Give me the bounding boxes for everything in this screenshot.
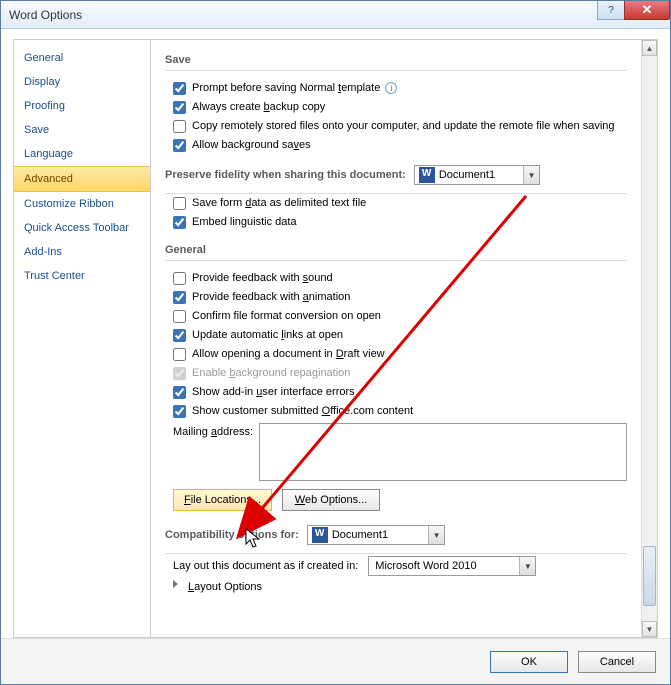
scroll-up-button[interactable]: ▲ <box>642 40 657 56</box>
window-title: Word Options <box>9 8 82 22</box>
info-icon[interactable]: i <box>385 82 397 94</box>
lbl-bg-repag: Enable background repagination <box>192 366 350 381</box>
lbl-prompt-normal: Prompt before saving Normal template i <box>192 81 397 96</box>
layout-as-select[interactable]: Microsoft Word 2010 ▼ <box>368 556 536 576</box>
lbl-office-com: Show customer submitted Office.com conte… <box>192 404 413 419</box>
section-preserve-title: Preserve fidelity when sharing this docu… <box>165 169 406 181</box>
dialog-footer: OK Cancel <box>1 638 670 684</box>
compat-doc-value: Document1 <box>332 529 428 541</box>
opt-draft-view: Allow opening a document in Draft view <box>165 345 627 364</box>
chk-fb-anim[interactable] <box>173 291 186 304</box>
sidebar-item-display[interactable]: Display <box>14 70 150 94</box>
lbl-copy-remote: Copy remotely stored files onto your com… <box>192 119 615 134</box>
general-buttons: File Locations... Web Options... <box>165 483 627 521</box>
close-button[interactable]: ✕ <box>624 1 670 20</box>
lbl-bg-saves: Allow background saves <box>192 138 311 153</box>
compat-doc-select[interactable]: Document1 ▼ <box>307 525 445 545</box>
opt-confirm-conv: Confirm file format conversion on open <box>165 307 627 326</box>
chk-bg-repag <box>173 367 186 380</box>
lbl-backup-copy: Always create backup copy <box>192 100 325 115</box>
ok-button[interactable]: OK <box>490 651 568 673</box>
scroll-thumb[interactable] <box>643 546 656 606</box>
sidebar-item-addins[interactable]: Add-Ins <box>14 240 150 264</box>
cancel-button[interactable]: Cancel <box>578 651 656 673</box>
file-locations-button[interactable]: File Locations... <box>173 489 272 511</box>
chk-office-com[interactable] <box>173 405 186 418</box>
opt-office-com: Show customer submitted Office.com conte… <box>165 402 627 421</box>
opt-bg-saves: Allow background saves <box>165 136 627 155</box>
opt-fb-anim: Provide feedback with animation <box>165 288 627 307</box>
sidebar-item-save[interactable]: Save <box>14 118 150 142</box>
help-button[interactable]: ? <box>597 1 625 20</box>
word-icon <box>419 167 435 183</box>
expand-arrow-icon <box>173 580 178 588</box>
chk-bg-saves[interactable] <box>173 139 186 152</box>
opt-backup-copy: Always create backup copy <box>165 98 627 117</box>
scroll-down-button[interactable]: ▼ <box>642 621 657 637</box>
opt-upd-links: Update automatic links at open <box>165 326 627 345</box>
opt-bg-repag: Enable background repagination <box>165 364 627 383</box>
chk-confirm-conv[interactable] <box>173 310 186 323</box>
chevron-down-icon[interactable]: ▼ <box>523 166 539 184</box>
layout-options-expander[interactable]: Layout Options <box>165 578 627 597</box>
preserve-doc-value: Document1 <box>439 169 523 181</box>
opt-fb-sound: Provide feedback with sound <box>165 269 627 288</box>
lbl-layout-options: Layout Options <box>188 580 262 595</box>
lbl-layout-as: Lay out this document as if created in: <box>173 559 358 574</box>
opt-embed-ling: Embed linguistic data <box>165 213 627 232</box>
chk-save-form-data[interactable] <box>173 197 186 210</box>
mailing-address-row: Mailing address: <box>165 421 627 483</box>
chevron-down-icon[interactable]: ▼ <box>519 557 535 575</box>
preserve-doc-select[interactable]: Document1 ▼ <box>414 165 540 185</box>
titlebar: Word Options ? ✕ <box>1 1 670 29</box>
lbl-confirm-conv: Confirm file format conversion on open <box>192 309 381 324</box>
chk-copy-remote[interactable] <box>173 120 186 133</box>
chk-prompt-normal[interactable] <box>173 82 186 95</box>
window-controls: ? ✕ <box>598 1 670 21</box>
lbl-draft-view: Allow opening a document in Draft view <box>192 347 385 362</box>
word-icon <box>312 527 328 543</box>
layout-as-row: Lay out this document as if created in: … <box>165 554 627 578</box>
sidebar-item-language[interactable]: Language <box>14 142 150 166</box>
lbl-fb-sound: Provide feedback with sound <box>192 271 333 286</box>
layout-as-value: Microsoft Word 2010 <box>369 559 519 574</box>
lbl-mailing-address: Mailing address: <box>173 423 253 440</box>
content-scroll: Save Prompt before saving Normal templat… <box>151 40 641 637</box>
sidebar-item-advanced[interactable]: Advanced <box>14 166 150 192</box>
lbl-upd-links: Update automatic links at open <box>192 328 343 343</box>
sidebar-item-general[interactable]: General <box>14 46 150 70</box>
opt-copy-remote: Copy remotely stored files onto your com… <box>165 117 627 136</box>
chk-embed-ling[interactable] <box>173 216 186 229</box>
category-sidebar: General Display Proofing Save Language A… <box>13 39 151 638</box>
lbl-fb-anim: Provide feedback with animation <box>192 290 350 305</box>
sidebar-item-trust-center[interactable]: Trust Center <box>14 264 150 288</box>
content-pane: Save Prompt before saving Normal templat… <box>151 39 658 638</box>
word-options-window: Word Options ? ✕ General Display Proofin… <box>0 0 671 685</box>
sidebar-item-customize-ribbon[interactable]: Customize Ribbon <box>14 192 150 216</box>
mailing-address-input[interactable] <box>259 423 627 481</box>
chk-addin-err[interactable] <box>173 386 186 399</box>
lbl-embed-ling: Embed linguistic data <box>192 215 297 230</box>
web-options-button[interactable]: Web Options... <box>282 489 380 511</box>
lbl-addin-err: Show add-in user interface errors <box>192 385 355 400</box>
section-compat-title: Compatibility options for: <box>165 529 299 541</box>
opt-addin-err: Show add-in user interface errors <box>165 383 627 402</box>
sidebar-item-proofing[interactable]: Proofing <box>14 94 150 118</box>
vertical-scrollbar[interactable]: ▲ ▼ <box>641 40 657 637</box>
chevron-down-icon[interactable]: ▼ <box>428 526 444 544</box>
chk-fb-sound[interactable] <box>173 272 186 285</box>
section-general-title: General <box>165 238 627 261</box>
opt-prompt-normal: Prompt before saving Normal template i <box>165 79 627 98</box>
lbl-save-form-data: Save form data as delimited text file <box>192 196 366 211</box>
section-compat-header: Compatibility options for: Document1 ▼ <box>165 521 627 554</box>
chk-upd-links[interactable] <box>173 329 186 342</box>
opt-save-form-data: Save form data as delimited text file <box>165 194 627 213</box>
dialog-body: General Display Proofing Save Language A… <box>1 29 670 638</box>
section-preserve-header: Preserve fidelity when sharing this docu… <box>165 161 627 194</box>
chk-backup-copy[interactable] <box>173 101 186 114</box>
section-save-title: Save <box>165 48 627 71</box>
chk-draft-view[interactable] <box>173 348 186 361</box>
sidebar-item-qat[interactable]: Quick Access Toolbar <box>14 216 150 240</box>
